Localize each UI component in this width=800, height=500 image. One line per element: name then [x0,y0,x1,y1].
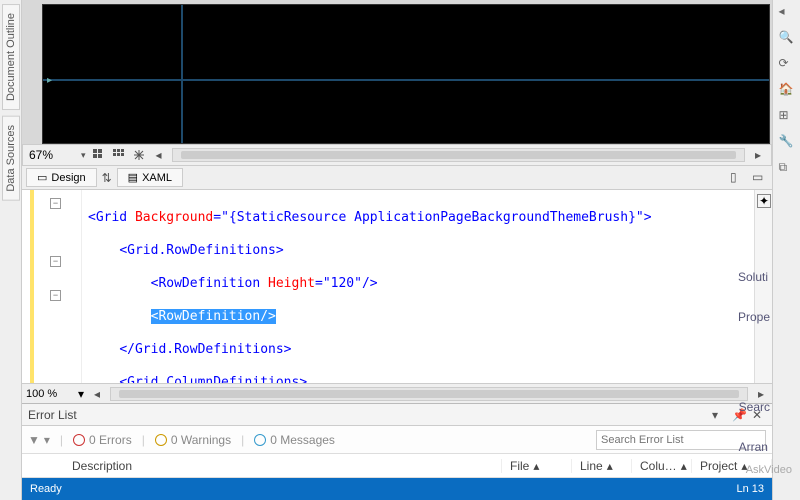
tag-icon[interactable]: ⊞ [779,108,795,124]
arrange-tab[interactable]: Arran [739,440,770,454]
grid-large-icon[interactable] [112,148,126,162]
link-icon[interactable]: ⧉ [779,160,795,176]
sort-asc-icon: ▴ [681,459,687,473]
xaml-editor: − − − <Grid Background="{StaticResource … [22,190,772,383]
editor-horizontal-scrollbar[interactable] [110,387,748,401]
sort-asc-icon: ▴ [533,459,539,473]
left-toolwindow-tabs: Document Outline Data Sources [0,0,22,500]
fold-toggle-icon[interactable]: − [50,198,61,209]
swap-panes-icon[interactable]: ⇅ [99,170,115,186]
designer-horizontal-scrollbar[interactable] [172,148,745,162]
col-line[interactable]: Line ▴ [572,459,632,473]
scroll-right-icon[interactable]: ▸ [751,148,765,162]
expand-toolbox-icon[interactable]: ✦ [757,194,771,208]
search-icon[interactable]: 🔍 [779,30,795,46]
designer-zoom-value[interactable]: 67% [29,148,75,162]
tab-xaml-label: XAML [142,172,172,184]
error-list-columns: Description File ▴ Line ▴ Colu… ▴ Projec… [22,454,772,478]
scroll-left-icon[interactable]: ◂ [152,148,166,162]
xaml-view-icon: ▤ [128,171,138,184]
tab-design[interactable]: ▭ Design [26,168,97,187]
home-icon[interactable]: 🏠 [779,82,795,98]
right-toolstrip: ◂ 🔍 ⟳ 🏠 ⊞ 🔧 ⧉ [772,0,800,500]
tab-data-sources[interactable]: Data Sources [2,116,20,201]
fold-toggle-icon[interactable]: − [50,290,61,301]
fold-toggle-icon[interactable]: − [50,256,61,267]
errors-filter[interactable]: 0 Errors [73,433,132,447]
split-vertical-icon[interactable]: ▯ [730,170,746,186]
editor-zoom-value[interactable]: 100 % [26,388,72,400]
snap-icon[interactable] [132,148,146,162]
design-view-icon: ▭ [37,171,47,184]
status-bar: Ready Ln 13 [22,478,772,500]
designer-zoom-bar: 67% ▾ ◂ ▸ [22,144,772,166]
col-file[interactable]: File ▴ [502,459,572,473]
error-list-header: Error List ▾ 📌 ✕ [22,404,772,426]
code-area[interactable]: <Grid Background="{StaticResource Applic… [82,190,754,383]
tab-design-label: Design [51,172,85,184]
col-description[interactable]: Description [44,459,502,473]
designer-preview-pane: ▸ [22,0,772,144]
watermark-brand: AskVideo [746,464,792,476]
tab-document-outline[interactable]: Document Outline [2,4,20,110]
tab-xaml[interactable]: ▤ XAML [117,168,183,187]
error-list-panel: Error List ▾ 📌 ✕ ▼▾ | 0 Errors | 0 Warni… [22,403,772,478]
messages-filter[interactable]: 0 Messages [254,433,335,447]
dropdown-icon[interactable]: ▾ [712,408,726,422]
search-tab[interactable]: Searc [739,400,770,414]
selected-code: <RowDefinition/> [151,309,276,324]
filter-dropdown[interactable]: ▼▾ [28,433,50,447]
properties-tab[interactable]: Prope [738,310,770,324]
status-ready: Ready [30,483,62,495]
col-column[interactable]: Colu… ▴ [632,459,692,473]
warnings-filter[interactable]: 0 Warnings [155,433,231,447]
collapse-icon[interactable]: ◂ [779,4,795,20]
error-list-title: Error List [28,408,77,422]
ruler-marker-icon: ▸ [47,75,52,86]
editor-margin: − − − [22,190,82,383]
right-pane-labels: Soluti Prope [738,270,770,350]
solution-explorer-tab[interactable]: Soluti [738,270,770,284]
status-line: Ln 13 [736,483,764,495]
split-horizontal-icon[interactable]: ▭ [752,170,768,186]
error-list-toolbar: ▼▾ | 0 Errors | 0 Warnings | 0 Messages [22,426,772,454]
scroll-right-icon[interactable]: ▸ [754,387,768,401]
grid-small-icon[interactable] [92,148,106,162]
refresh-icon[interactable]: ⟳ [779,56,795,72]
sort-asc-icon: ▴ [607,459,613,473]
design-xaml-tabstrip: ▭ Design ⇅ ▤ XAML ▯ ▭ [22,166,772,190]
main-area: ▸ 67% ▾ ◂ ▸ ▭ Design ⇅ ▤ XAML ▯ [22,0,772,500]
properties-icon[interactable]: 🔧 [779,134,795,150]
editor-bottom-bar: 100 % ▾ ◂ ▸ [22,383,772,403]
zoom-dropdown-icon[interactable]: ▾ [81,150,86,161]
design-surface[interactable]: ▸ [42,4,770,144]
scroll-left-icon[interactable]: ◂ [90,387,104,401]
editor-zoom-dropdown-icon[interactable]: ▾ [78,387,84,401]
